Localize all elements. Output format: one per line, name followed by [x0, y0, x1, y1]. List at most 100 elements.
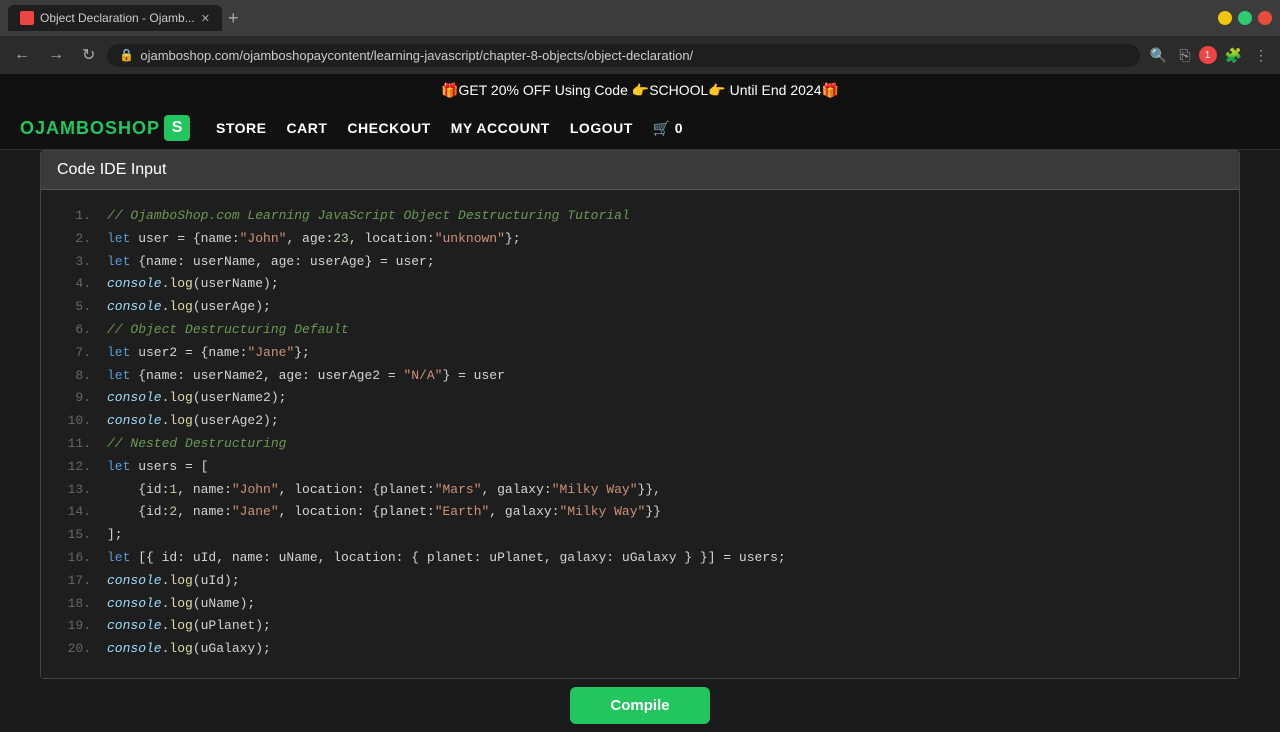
address-bar-wrap: 🔒: [107, 44, 1140, 67]
line-number: 12.: [61, 457, 91, 478]
minimize-button[interactable]: [1218, 11, 1232, 25]
logout-link[interactable]: LOGOUT: [570, 120, 633, 136]
line-number: 9.: [61, 388, 91, 409]
line-content: {id:1, name:"John", location: {planet:"M…: [107, 480, 661, 501]
promo-text: 🎁GET 20% OFF Using Code 👉SCHOOL👉 Until E…: [441, 82, 839, 98]
nav-logo[interactable]: OJAMBOSHOP S: [20, 115, 190, 141]
cart-link[interactable]: CART: [287, 120, 328, 136]
window-controls: [1218, 11, 1272, 25]
promo-bar: 🎁GET 20% OFF Using Code 👉SCHOOL👉 Until E…: [0, 74, 1280, 107]
line-content: let user = {name:"John", age:23, locatio…: [107, 229, 521, 250]
line-number: 3.: [61, 252, 91, 273]
tab-bar: Object Declaration - Ojamb... ✕ +: [8, 5, 244, 31]
ide-body[interactable]: 1. // OjamboShop.com Learning JavaScript …: [41, 190, 1239, 678]
code-line: 3. let {name: userName, age: userAge} = u…: [61, 252, 1219, 273]
code-line: 19.console.log(uPlanet);: [61, 616, 1219, 637]
code-line: 18. console.log(uName);: [61, 594, 1219, 615]
my-account-link[interactable]: MY ACCOUNT: [451, 120, 550, 136]
address-bar[interactable]: [140, 48, 1128, 63]
code-line: 5. console.log(userAge);: [61, 297, 1219, 318]
code-line: 7. let user2 = {name:"Jane"};: [61, 343, 1219, 364]
line-number: 4.: [61, 274, 91, 295]
line-number: 11.: [61, 434, 91, 455]
tab-title: Object Declaration - Ojamb...: [40, 11, 195, 25]
line-content: console.log(userAge);: [107, 297, 271, 318]
search-toolbar-button[interactable]: 🔍: [1146, 45, 1171, 66]
code-line: 17. console.log(uId);: [61, 571, 1219, 592]
line-content: // Nested Destructuring: [107, 434, 286, 455]
compile-button[interactable]: Compile: [570, 687, 709, 724]
store-link[interactable]: STORE: [216, 120, 266, 136]
browser-chrome: Object Declaration - Ojamb... ✕ + ← → ↻ …: [0, 0, 1280, 74]
checkout-link[interactable]: CHECKOUT: [347, 120, 430, 136]
line-content: console.log(userName);: [107, 274, 279, 295]
code-line: 10. console.log(userAge2);: [61, 411, 1219, 432]
maximize-button[interactable]: [1238, 11, 1252, 25]
logo-s-badge: S: [164, 115, 190, 141]
line-content: console.log(userName2);: [107, 388, 286, 409]
browser-toolbar: ← → ↻ 🔒 🔍 ⎘ 1 🧩 ⋮: [0, 36, 1280, 74]
lock-icon: 🔒: [119, 48, 134, 62]
line-number: 7.: [61, 343, 91, 364]
new-tab-button[interactable]: +: [222, 8, 245, 29]
code-line: 2.let user = {name:"John", age:23, locat…: [61, 229, 1219, 250]
ide-container: Code IDE Input 1. // OjamboShop.com Learn…: [40, 150, 1240, 679]
code-line: 6. // Object Destructuring Default: [61, 320, 1219, 341]
line-content: let {name: userName2, age: userAge2 = "N…: [107, 366, 505, 387]
line-content: ];: [107, 525, 123, 546]
code-line: 16. let [{ id: uId, name: uName, location…: [61, 548, 1219, 569]
line-content: // Object Destructuring Default: [107, 320, 349, 341]
ide-title: Code IDE Input: [57, 161, 166, 178]
line-number: 17.: [61, 571, 91, 592]
browser-titlebar: Object Declaration - Ojamb... ✕ +: [0, 0, 1280, 36]
code-line: 4. console.log(userName);: [61, 274, 1219, 295]
line-content: let [{ id: uId, name: uName, location: {…: [107, 548, 786, 569]
line-content: console.log(uPlanet);: [107, 616, 271, 637]
code-line: 12. let users = [: [61, 457, 1219, 478]
line-number: 16.: [61, 548, 91, 569]
line-number: 18.: [61, 594, 91, 615]
cart-count: 0: [675, 120, 683, 136]
line-number: 8.: [61, 366, 91, 387]
cart-icon-link[interactable]: 🛒 0: [653, 120, 683, 137]
menu-button[interactable]: ⋮: [1250, 45, 1272, 66]
line-content: console.log(userAge2);: [107, 411, 279, 432]
share-button[interactable]: ⎘: [1175, 45, 1194, 66]
tab-close-button[interactable]: ✕: [201, 12, 210, 25]
line-content: console.log(uName);: [107, 594, 255, 615]
nav-links: STORE CART CHECKOUT MY ACCOUNT LOGOUT 🛒 …: [216, 120, 683, 137]
refresh-button[interactable]: ↻: [76, 43, 101, 67]
line-number: 5.: [61, 297, 91, 318]
extension-badge: 1: [1199, 46, 1217, 64]
compile-bar: Compile: [0, 679, 1280, 732]
website: 🎁GET 20% OFF Using Code 👉SCHOOL👉 Until E…: [0, 74, 1280, 732]
tab-favicon: [20, 11, 34, 25]
line-content: console.log(uId);: [107, 571, 240, 592]
line-number: 10.: [61, 411, 91, 432]
code-line: 20. console.log(uGalaxy);: [61, 639, 1219, 660]
cart-icon: 🛒: [653, 120, 671, 137]
line-content: // OjamboShop.com Learning JavaScript Ob…: [107, 206, 630, 227]
line-number: 20.: [61, 639, 91, 660]
site-nav: OJAMBOSHOP S STORE CART CHECKOUT MY ACCO…: [0, 107, 1280, 150]
line-number: 6.: [61, 320, 91, 341]
line-content: let {name: userName, age: userAge} = use…: [107, 252, 435, 273]
close-button[interactable]: [1258, 11, 1272, 25]
line-content: {id:2, name:"Jane", location: {planet:"E…: [107, 502, 661, 523]
forward-button[interactable]: →: [42, 44, 70, 66]
line-number: 1.: [61, 206, 91, 227]
line-content: let users = [: [107, 457, 208, 478]
ide-header: Code IDE Input: [41, 151, 1239, 190]
line-content: let user2 = {name:"Jane"};: [107, 343, 310, 364]
line-number: 13.: [61, 480, 91, 501]
code-line: 14. {id:2, name:"Jane", location: {plane…: [61, 502, 1219, 523]
extensions-button[interactable]: 🧩: [1221, 45, 1246, 66]
toolbar-icons: 🔍 ⎘ 1 🧩 ⋮: [1146, 45, 1272, 66]
back-button[interactable]: ←: [8, 44, 36, 66]
logo-text: OJAMBOSHOP: [20, 118, 160, 139]
code-line: 11. // Nested Destructuring: [61, 434, 1219, 455]
line-number: 14.: [61, 502, 91, 523]
browser-tab[interactable]: Object Declaration - Ojamb... ✕: [8, 5, 222, 31]
line-number: 15.: [61, 525, 91, 546]
line-content: console.log(uGalaxy);: [107, 639, 271, 660]
